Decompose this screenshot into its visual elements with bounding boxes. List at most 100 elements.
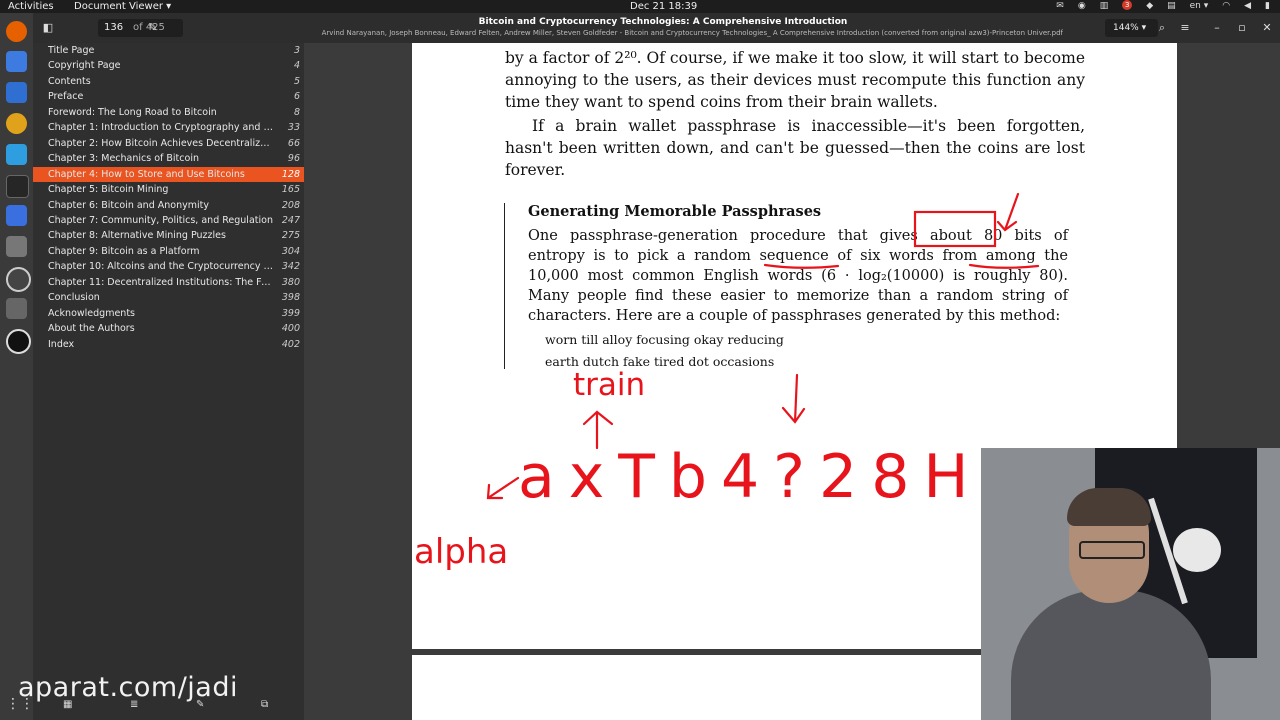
outline-item[interactable]: Chapter 3: Mechanics of Bitcoin 96 — [33, 151, 304, 166]
presenter-glasses — [1079, 541, 1145, 559]
outline-item-page: 399 — [281, 307, 300, 319]
outline-item[interactable]: Index 402 — [33, 337, 304, 352]
thunderbird-icon[interactable] — [6, 51, 27, 72]
outline-item-page: 8 — [293, 106, 300, 118]
search-icon[interactable]: ⌕ — [1153, 19, 1171, 37]
language-selector[interactable]: en ▾ — [1190, 0, 1209, 13]
document-viewer-icon[interactable] — [6, 236, 27, 257]
document-title: Bitcoin and Cryptocurrency Technologies:… — [478, 17, 848, 27]
document-icon[interactable] — [6, 82, 27, 103]
software-center-icon[interactable] — [6, 267, 31, 292]
zoom-select[interactable]: 144% ▾ — [1105, 19, 1158, 37]
outline-item-page: 6 — [293, 91, 300, 103]
search-tool-icon[interactable] — [6, 298, 27, 319]
outline-item-label: Chapter 2: How Bitcoin Achieves Decentra… — [48, 137, 275, 149]
mail-icon[interactable]: ✉ — [1056, 0, 1064, 13]
outline-item-label: Conclusion — [48, 292, 100, 304]
outline-item[interactable]: Acknowledgments 399 — [33, 306, 304, 321]
firefox-icon[interactable] — [6, 21, 27, 42]
close-icon[interactable]: ✕ — [1258, 19, 1276, 37]
outline-item-label: Title Page — [48, 45, 95, 56]
telegram-icon[interactable] — [6, 144, 27, 165]
outline-item[interactable]: Copyright Page 4 — [33, 58, 304, 73]
viewer-header: ◧ 136 of 425 ✎ Bitcoin and Cryptocurrenc… — [33, 13, 1280, 43]
obs-icon[interactable] — [6, 329, 31, 354]
reader-icon[interactable]: ▤ — [1167, 0, 1176, 13]
outline-item-label: Chapter 1: Introduction to Cryptography … — [48, 122, 275, 134]
outline-item[interactable]: Chapter 9: Bitcoin as a Platform 304 — [33, 244, 304, 259]
outline-item-page: 66 — [287, 137, 300, 149]
outline-item[interactable]: Chapter 5: Bitcoin Mining 165 — [33, 182, 304, 197]
sidebar-toggle-icon[interactable]: ◧ — [39, 19, 57, 37]
dropbox-icon[interactable]: ◆ — [1146, 0, 1153, 13]
outline-item-page: 402 — [281, 338, 300, 350]
outline-item-label: Chapter 7: Community, Politics, and Regu… — [48, 214, 273, 226]
outline-item-label: Foreword: The Long Road to Bitcoin — [48, 106, 217, 118]
skull-icon — [1173, 528, 1221, 572]
paragraph-top: by a factor of 2²⁰. Of course, if we mak… — [505, 49, 1085, 111]
outline-item-page: 5 — [293, 75, 300, 87]
outline-item-label: Contents — [48, 75, 91, 87]
outline-item-label: Chapter 3: Mechanics of Bitcoin — [48, 153, 199, 165]
outline-item[interactable]: Chapter 4: How to Store and Use Bitcoins… — [33, 166, 304, 182]
document-filename: Arvind Narayanan, Joseph Bonneau, Edward… — [321, 29, 1063, 37]
outline-item-label: Chapter 5: Bitcoin Mining — [48, 184, 169, 196]
outline-item[interactable]: Chapter 7: Community, Politics, and Regu… — [33, 213, 304, 228]
page-number-input[interactable]: 136 of 425 — [98, 19, 183, 37]
paragraph-lost-forever: If a brain wallet passphrase is inaccess… — [505, 117, 1085, 179]
outline-item[interactable]: Contents 5 — [33, 74, 304, 89]
outline-item-page: 275 — [281, 230, 300, 242]
bookmarks-view-icon[interactable]: ⧉ — [261, 699, 268, 710]
clock[interactable]: Dec 21 18:39 — [630, 0, 697, 13]
outline-item-label: Index — [48, 338, 75, 350]
outline-sidebar: Title Page 3 Copyright Page 4 Contents 5 Prefa… — [33, 43, 304, 720]
outline-item[interactable]: Conclusion 398 — [33, 290, 304, 305]
outline-item[interactable]: Chapter 11: Decentralized Institutions: … — [33, 275, 304, 290]
minimize-icon[interactable]: – — [1208, 19, 1226, 37]
outline-item-label: Chapter 11: Decentralized Institutions: … — [48, 276, 275, 288]
maximize-icon[interactable]: ▫ — [1233, 19, 1251, 37]
outline-item[interactable]: Chapter 6: Bitcoin and Anonymity 208 — [33, 198, 304, 213]
battery-icon[interactable]: ▮ — [1265, 0, 1270, 13]
outline-item-label: Chapter 10: Altcoins and the Cryptocurre… — [48, 261, 275, 273]
outline-item[interactable]: Foreword: The Long Road to Bitcoin 8 — [33, 105, 304, 120]
outline-item[interactable]: Preface 6 — [33, 89, 304, 104]
outline-item[interactable]: Chapter 8: Alternative Mining Puzzles 275 — [33, 228, 304, 243]
outline-item-page: 342 — [281, 261, 300, 273]
network-icon[interactable]: ◉ — [1078, 0, 1086, 13]
notification-badge[interactable]: 3 — [1122, 0, 1133, 10]
terminal-icon[interactable] — [6, 175, 29, 198]
menu-icon[interactable]: ≡ — [1176, 19, 1194, 37]
dock: ⋮⋮ — [0, 13, 34, 720]
outline-item[interactable]: Title Page 3 — [33, 43, 304, 58]
presenter-hair — [1067, 488, 1151, 526]
outline-item[interactable]: About the Authors 400 — [33, 321, 304, 336]
current-page[interactable]: 136 — [104, 19, 123, 37]
outline-item[interactable]: Chapter 1: Introduction to Cryptography … — [33, 120, 304, 135]
outline-item-label: Chapter 8: Alternative Mining Puzzles — [48, 230, 226, 242]
outline-item[interactable]: Chapter 2: How Bitcoin Achieves Decentra… — [33, 136, 304, 151]
outline-item-page: 398 — [281, 292, 300, 304]
outline-item-page: 208 — [281, 199, 300, 211]
volume-icon[interactable]: ◀ — [1244, 0, 1251, 13]
app-menu[interactable]: Document Viewer ▾ — [74, 0, 171, 13]
outline-item-page: 3 — [293, 45, 300, 56]
cpu-monitor-icon[interactable]: ▥ — [1100, 0, 1109, 13]
outline-item-label: Preface — [48, 91, 84, 103]
chrome-icon[interactable] — [6, 113, 27, 134]
outline-item-label: Acknowledgments — [48, 307, 135, 319]
text-editor-icon[interactable] — [6, 205, 27, 226]
outline-item-page: 247 — [281, 214, 300, 226]
outline-item-page: 128 — [281, 168, 300, 180]
webcam-overlay — [981, 448, 1280, 720]
system-tray: ✉ ◉ ▥ 3 ◆ ▤ en ▾ ◠ ◀ ▮ — [1056, 0, 1270, 13]
outline-item-page: 96 — [287, 153, 300, 165]
annotate-pencil-icon[interactable]: ✎ — [144, 19, 162, 37]
wifi-icon[interactable]: ◠ — [1222, 0, 1230, 13]
outline-item-label: About the Authors — [48, 323, 135, 335]
outline-item[interactable]: Chapter 10: Altcoins and the Cryptocurre… — [33, 259, 304, 274]
example-passphrase-2: earth dutch fake tired dot occasions — [545, 354, 775, 369]
activities-button[interactable]: Activities — [8, 0, 54, 13]
top-bar: Activities Document Viewer ▾ Dec 21 18:3… — [0, 0, 1280, 13]
outline-item-label: Copyright Page — [48, 60, 121, 72]
